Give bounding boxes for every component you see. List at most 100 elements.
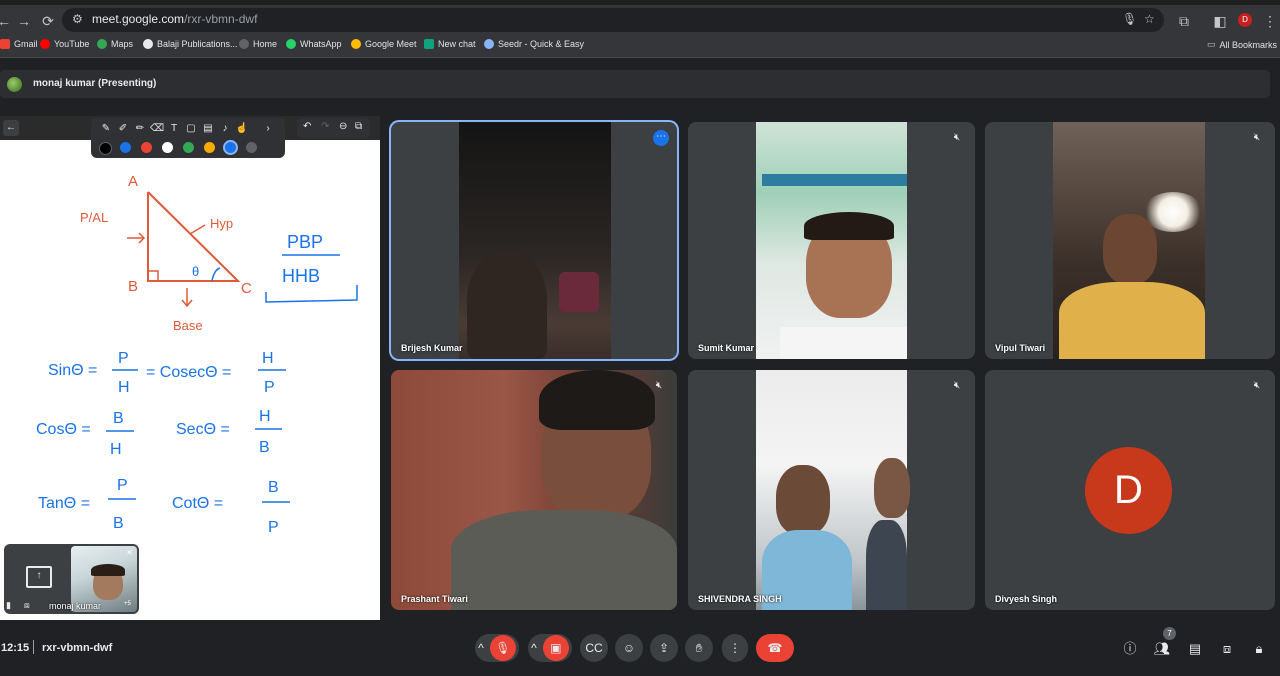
bookmark-home[interactable]: Home xyxy=(239,39,277,49)
color-selected-pen[interactable] xyxy=(225,142,236,153)
eraser-icon[interactable]: ⌫ xyxy=(150,122,164,136)
activities-icon[interactable]: ⧈ xyxy=(1216,638,1238,660)
participant-face xyxy=(776,465,830,535)
address-bar[interactable]: ⚙ meet.google.com/rxr-vbmn-dwf 🎙 ☆ xyxy=(62,8,1164,32)
formula-denominator: H xyxy=(110,441,122,458)
present-screen-icon[interactable]: ↑ xyxy=(26,566,52,588)
folder-icon: ▭ xyxy=(1207,39,1216,49)
meeting-code: rxr-vbmn-dwf xyxy=(42,642,113,654)
bookmark-seedr[interactable]: Seedr - Quick & Easy xyxy=(484,39,584,49)
whiteboard-back-icon[interactable]: ← xyxy=(3,120,19,136)
camera-control[interactable]: ^ ▣ xyxy=(528,634,572,662)
bookmark-google-meet[interactable]: Google Meet xyxy=(351,39,417,49)
participant-video xyxy=(756,370,910,610)
formula-numerator-2: H xyxy=(259,408,271,425)
bookmark-youtube[interactable]: YouTube xyxy=(40,39,89,49)
undo-icon[interactable]: ↶ xyxy=(303,121,311,132)
formula-denominator: B xyxy=(113,515,124,532)
site-settings-icon[interactable]: ⚙ xyxy=(72,12,83,26)
bookmark-balaji[interactable]: Balaji Publications... xyxy=(143,39,238,49)
leave-call-button[interactable]: ☎ xyxy=(756,634,794,662)
people-count-badge: 7 xyxy=(1163,627,1176,640)
mic-in-use-icon[interactable]: 🎙 xyxy=(1122,12,1137,26)
participant-video xyxy=(391,370,677,610)
color-black[interactable] xyxy=(99,142,112,155)
bookmark-whatsapp[interactable]: WhatsApp xyxy=(286,39,342,49)
present-button[interactable]: ⇪ xyxy=(650,634,678,662)
zoom-out-icon[interactable]: ⊖ xyxy=(339,121,347,132)
camera-off-button[interactable]: ▣ xyxy=(542,635,569,661)
raise-hand-button[interactable]: ✋︎ xyxy=(685,634,713,662)
participant-tile[interactable]: ⋯ Brijesh Kumar xyxy=(391,122,677,359)
redo-icon[interactable]: ↷ xyxy=(321,121,329,132)
shape-tool-icon[interactable]: ▢ xyxy=(184,122,198,136)
more-options-icon[interactable]: ⋯ xyxy=(653,130,669,146)
sticky-note-icon[interactable]: ▤ xyxy=(201,122,215,136)
participant-tile[interactable]: 🔇︎ SHIVENDRA SINGH xyxy=(688,370,975,610)
chevron-up-icon[interactable]: ^ xyxy=(478,641,484,655)
chat-icon[interactable]: ▤ xyxy=(1184,638,1206,660)
copy-icon[interactable]: ⧉ xyxy=(355,121,362,132)
bookmark-label: Google Meet xyxy=(365,39,417,49)
reload-icon[interactable]: ⟳ xyxy=(38,11,58,31)
color-red[interactable] xyxy=(141,142,152,153)
bookmark-label: Gmail xyxy=(14,39,38,49)
profile-avatar[interactable]: D xyxy=(1238,13,1252,27)
meeting-info-icon[interactable]: ⓘ xyxy=(1119,638,1141,660)
text-tool-icon[interactable]: T xyxy=(167,122,181,136)
reactions-button[interactable]: ☺ xyxy=(615,634,643,662)
bookmark-label: WhatsApp xyxy=(300,39,342,49)
mic-off-icon: 🔇︎ xyxy=(1253,380,1261,391)
participant-shirt xyxy=(451,510,677,610)
formula-numerator-2: B xyxy=(268,479,279,496)
back-icon[interactable]: ← xyxy=(0,11,14,31)
participant-tile[interactable]: 🔇︎ Vipul Tiwari xyxy=(985,122,1275,359)
formula-numerator: P xyxy=(118,350,129,367)
highlighter-icon[interactable]: ✏ xyxy=(133,122,147,136)
chevron-up-icon[interactable]: ^ xyxy=(531,641,537,655)
bookmark-label: Seedr - Quick & Easy xyxy=(498,39,585,49)
participant-tile[interactable]: D 🔇︎ Divyesh Singh xyxy=(985,370,1275,610)
browser-menu-icon[interactable]: ⋮ xyxy=(1260,11,1280,31)
mic-off-icon: 🔇︎ xyxy=(1253,132,1261,143)
marker-icon[interactable]: ✐ xyxy=(116,122,130,136)
bookmark-star-icon[interactable]: ☆ xyxy=(1144,12,1155,26)
people-icon[interactable]: 👥︎ xyxy=(1151,638,1173,660)
participant-tile[interactable]: 🔇︎ Prashant Tiwari xyxy=(391,370,677,610)
self-extra-count: +5 xyxy=(124,601,131,607)
host-controls-icon[interactable]: 🔒︎ xyxy=(1248,638,1270,660)
mic-off-button[interactable]: 🎙︎ xyxy=(489,635,516,661)
mic-tool-icon[interactable]: ♪ xyxy=(218,122,232,136)
pen-icon[interactable]: ✎ xyxy=(99,122,113,136)
participant-tile[interactable]: 🔇︎ Sumit Kumar xyxy=(688,122,975,359)
mic-control[interactable]: ^ 🎙︎ xyxy=(475,634,519,662)
laser-pointer-icon[interactable]: ☝ xyxy=(235,122,249,136)
url-text[interactable]: meet.google.com/rxr-vbmn-dwf xyxy=(92,12,257,26)
captions-button[interactable]: CC xyxy=(580,634,608,662)
forward-icon[interactable]: → xyxy=(14,11,34,31)
color-more[interactable] xyxy=(246,142,257,153)
participant-name: Prashant Tiwari xyxy=(401,594,468,604)
bookmark-gmail[interactable]: Gmail xyxy=(0,39,38,49)
bookmark-maps[interactable]: Maps xyxy=(97,39,133,49)
participant-video xyxy=(756,122,907,359)
bookmark-new-chat[interactable]: New chat xyxy=(424,39,476,49)
participant-avatar: D xyxy=(1085,447,1172,534)
extensions-icon[interactable]: ⧉ xyxy=(1174,11,1194,31)
screen-share-small-icon[interactable]: ⧈ xyxy=(24,600,30,611)
self-view-tile[interactable]: ↑ ▮ ⧈ ✕ monaj kumar +5 xyxy=(4,544,139,614)
formula-mid: SecΘ = xyxy=(176,421,230,438)
color-blue[interactable] xyxy=(120,142,131,153)
pin-icon[interactable]: ▮ xyxy=(6,600,11,611)
color-white[interactable] xyxy=(162,142,173,153)
whiteboard-toolbar: ✎ ✐ ✏ ⌫ T ▢ ▤ ♪ ☝ › xyxy=(91,118,285,158)
color-green[interactable] xyxy=(183,142,194,153)
all-bookmarks[interactable]: ▭ All Bookmarks xyxy=(1207,39,1277,50)
bookmark-label: Balaji Publications... xyxy=(157,39,238,49)
side-panel-icon[interactable]: ◧ xyxy=(1210,11,1230,31)
participant-hair xyxy=(539,370,655,430)
color-orange[interactable] xyxy=(204,142,215,153)
participant-name: Brijesh Kumar xyxy=(401,343,463,353)
more-options-button[interactable]: ⋮ xyxy=(722,634,748,662)
chevron-right-icon[interactable]: › xyxy=(261,122,275,136)
